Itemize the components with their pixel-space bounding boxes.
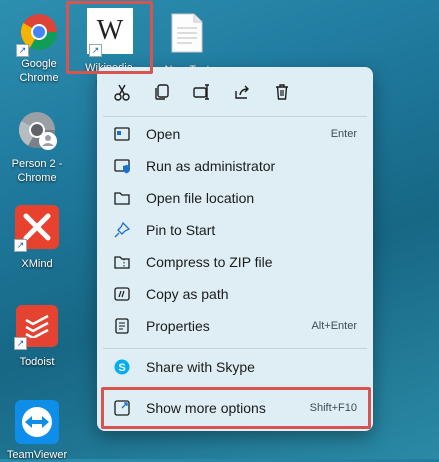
pin-icon: [113, 221, 131, 239]
menu-item-compress-to-zip[interactable]: Compress to ZIP file: [103, 247, 367, 277]
menu-item-label: Copy as path: [146, 286, 229, 302]
menu-item-label: Pin to Start: [146, 222, 216, 238]
rename-icon[interactable]: [189, 79, 215, 105]
icon-label: Chrome: [19, 72, 59, 84]
context-menu-toolbar: [97, 79, 373, 105]
teamviewer-icon: [15, 400, 59, 444]
shortcut-arrow-icon: ↗: [14, 337, 27, 350]
folder-icon: [113, 189, 131, 207]
desktop-icon-teamviewer[interactable]: TeamViewer: [2, 400, 72, 462]
skype-icon: S: [113, 358, 131, 376]
share-icon[interactable]: [229, 79, 255, 105]
shield-icon: [113, 157, 131, 175]
icon-label: Person 2 -: [11, 158, 63, 170]
menu-item-pin-to-start[interactable]: Pin to Start: [103, 215, 367, 245]
menu-item-label: Open: [146, 126, 181, 142]
copy-icon[interactable]: [149, 79, 175, 105]
shortcut-arrow-icon: ↗: [14, 239, 27, 252]
menu-item-run-as-administrator[interactable]: Run as administrator: [103, 151, 367, 181]
highlight-wikipedia-icon: [66, 1, 153, 74]
menu-separator: [103, 116, 367, 117]
menu-item-copy-as-path[interactable]: Copy as path: [103, 279, 367, 309]
icon-label: Google: [21, 58, 57, 70]
menu-item-label: Run as administrator: [146, 158, 276, 174]
desktop-icon-xmind[interactable]: ↗ XMind: [2, 205, 72, 271]
cut-icon[interactable]: [109, 79, 135, 105]
path-icon: [113, 285, 131, 303]
shortcut-arrow-icon: ↗: [16, 44, 29, 57]
highlight-show-more-options: [101, 387, 371, 429]
svg-text:S: S: [118, 362, 125, 374]
menu-item-label: Compress to ZIP file: [146, 254, 273, 270]
desktop-icon-new-text[interactable]: New Text: [152, 10, 222, 76]
open-icon: [113, 125, 131, 143]
desktop-icon-person2-chrome[interactable]: Person 2 - Chrome: [2, 108, 72, 185]
text-file-icon: [171, 13, 203, 53]
icon-label: TeamViewer: [6, 449, 68, 461]
icon-label: Chrome: [17, 172, 57, 184]
menu-item-open-file-location[interactable]: Open file location: [103, 183, 367, 213]
menu-item-label: Properties: [146, 318, 210, 334]
menu-item-open[interactable]: Open Enter: [103, 119, 367, 149]
delete-icon[interactable]: [269, 79, 295, 105]
menu-item-properties[interactable]: Properties Alt+Enter: [103, 311, 367, 341]
desktop-icon-google-chrome[interactable]: ↗ Google Chrome: [4, 10, 74, 85]
properties-icon: [113, 317, 131, 335]
context-menu: Open Enter Run as administrator Open fil…: [97, 67, 373, 431]
chrome-profile-icon: [18, 112, 57, 150]
menu-item-share-with-skype[interactable]: S Share with Skype: [103, 352, 367, 382]
menu-item-label: Share with Skype: [146, 359, 255, 375]
zip-icon: [113, 253, 131, 271]
menu-item-shortcut: Alt+Enter: [311, 320, 357, 332]
icon-label: Todoist: [19, 356, 55, 368]
menu-item-shortcut: Enter: [330, 128, 357, 140]
desktop-icon-todoist[interactable]: ↗ Todoist: [2, 305, 72, 369]
menu-separator: [103, 348, 367, 349]
menu-item-label: Open file location: [146, 190, 255, 206]
icon-label: XMind: [21, 258, 53, 270]
